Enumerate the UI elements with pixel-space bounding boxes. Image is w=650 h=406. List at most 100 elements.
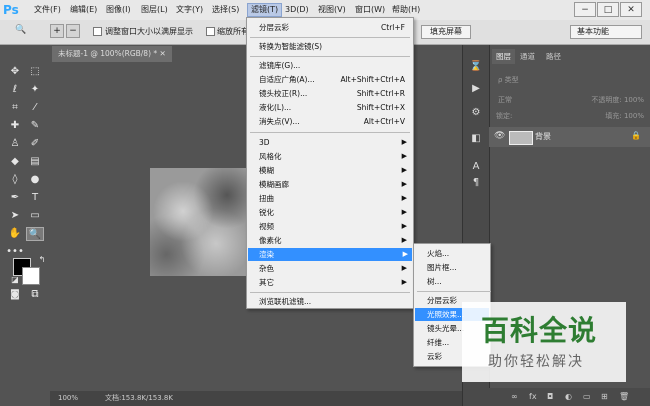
stamp-tool-icon[interactable]: ♙: [6, 137, 24, 151]
crop-tool-icon[interactable]: ⌗: [6, 101, 24, 115]
menu-item-noise[interactable]: 杂色 ▶: [259, 262, 411, 275]
adjustment-layer-icon[interactable]: ◐: [565, 388, 572, 406]
pen-tool-icon[interactable]: ✒: [6, 191, 24, 205]
default-colors-icon[interactable]: ◪: [6, 273, 24, 287]
submenu-item-tree[interactable]: 树...: [427, 275, 489, 288]
menu-filter[interactable]: 滤镜(T): [247, 3, 283, 17]
menu-item-sharpen[interactable]: 锐化 ▶: [259, 206, 411, 219]
magic-wand-icon[interactable]: ✦: [26, 83, 44, 97]
zoom-tool-icon[interactable]: 🔍: [14, 24, 28, 38]
menu-select[interactable]: 选择(S): [212, 4, 239, 16]
menu-item-adaptive-wide-angle[interactable]: 自适应广角(A)... Alt+Shift+Ctrl+A: [259, 73, 411, 86]
zoom-in-icon[interactable]: +: [50, 24, 64, 38]
menu-separator: [417, 291, 491, 292]
menu-item-vanishing-point[interactable]: 消失点(V)... Alt+Ctrl+V: [259, 115, 411, 128]
document-canvas-clouds[interactable]: [150, 168, 260, 276]
blend-mode-select[interactable]: 正常: [498, 96, 512, 104]
hand-tool-icon[interactable]: ✋: [6, 227, 24, 241]
menu-view[interactable]: 视图(V): [318, 4, 346, 16]
fill-screen-button[interactable]: 填充屏幕: [421, 25, 471, 39]
rectangle-tool-icon[interactable]: ▭: [26, 209, 44, 223]
menu-help[interactable]: 帮助(H): [392, 4, 420, 16]
add-mask-icon[interactable]: ◘: [547, 388, 553, 406]
history-panel-icon[interactable]: ⌛: [467, 59, 485, 75]
brush-tool-icon[interactable]: ✎: [26, 119, 44, 133]
properties-panel-icon[interactable]: ⚙: [467, 105, 485, 121]
layer-thumbnail: [509, 131, 533, 145]
link-layers-icon[interactable]: ∞: [511, 388, 518, 406]
dodge-tool-icon[interactable]: ●: [26, 173, 44, 187]
menu-layer[interactable]: 图层(L): [141, 4, 168, 16]
menu-item-3d[interactable]: 3D ▶: [259, 136, 411, 149]
tab-channels[interactable]: 通道: [520, 51, 535, 62]
layer-kind-filter[interactable]: ρ 类型: [492, 73, 648, 87]
path-select-icon[interactable]: ➤: [6, 209, 24, 223]
submenu-arrow-icon: ▶: [401, 166, 407, 174]
menu-type[interactable]: 文字(Y): [176, 4, 203, 16]
delete-layer-icon[interactable]: 🗑: [619, 388, 629, 406]
actions-panel-icon[interactable]: ▶: [467, 81, 485, 97]
screen-mode-toggle-icon[interactable]: ⎕: [26, 288, 44, 302]
type-tool-icon[interactable]: T: [26, 191, 44, 205]
close-button[interactable]: ✕: [620, 2, 642, 17]
menu-edit[interactable]: 编辑(E): [70, 4, 97, 16]
submenu-item-flame[interactable]: 火焰...: [427, 247, 489, 260]
zoom-all-checkbox[interactable]: [206, 27, 215, 36]
submenu-arrow-icon: ▶: [401, 278, 407, 286]
item-shortcut: Shift+Ctrl+R: [356, 89, 405, 98]
tab-paths[interactable]: 路径: [546, 51, 561, 62]
lasso-tool-icon[interactable]: ℓ: [6, 83, 24, 97]
fx-icon[interactable]: fx: [529, 388, 537, 406]
menu-item-blur-gallery[interactable]: 模糊画廊 ▶: [259, 178, 411, 191]
new-layer-icon[interactable]: ⊞: [601, 388, 608, 406]
menu-item-filter-gallery[interactable]: 滤镜库(G)...: [259, 59, 411, 72]
menu-item-browse-online[interactable]: 浏览联机滤镜...: [259, 295, 411, 308]
character-panel-icon[interactable]: A: [467, 159, 485, 175]
gradient-tool-icon[interactable]: ▤: [26, 155, 44, 169]
submenu-item-picture-frame[interactable]: 图片框...: [427, 261, 489, 274]
tab-layers[interactable]: 图层: [492, 49, 515, 64]
healing-brush-icon[interactable]: ✚: [6, 119, 24, 133]
paragraph-panel-icon[interactable]: ¶: [467, 175, 485, 191]
opacity-field[interactable]: 不透明度: 100%: [591, 93, 644, 107]
adjustments-panel-icon[interactable]: ◧: [467, 131, 485, 147]
workspace-select[interactable]: 基本功能: [570, 25, 642, 39]
menu-3d[interactable]: 3D(D): [285, 4, 309, 16]
eye-icon[interactable]: 👁: [494, 131, 505, 141]
menu-item-convert-smart-filter[interactable]: 转换为智能滤镜(S): [259, 40, 411, 53]
fill-field[interactable]: 填充: 100%: [605, 109, 644, 123]
eyedropper-icon[interactable]: ⁄: [26, 101, 44, 115]
document-tab[interactable]: 未标题-1 @ 100%(RGB/8) * ✕: [52, 46, 172, 62]
zoom-out-icon[interactable]: −: [66, 24, 80, 38]
more-tools-icon[interactable]: •••: [6, 245, 24, 259]
menu-item-render[interactable]: 渲染 ▶: [248, 248, 412, 261]
menu-item-last-filter[interactable]: 分层云彩 Ctrl+F: [259, 21, 411, 34]
background-color-swatch[interactable]: [22, 267, 40, 285]
quick-mask-icon[interactable]: ◙: [6, 288, 24, 302]
menu-item-liquify[interactable]: 液化(L)... Shift+Ctrl+X: [259, 101, 411, 114]
menu-item-distort[interactable]: 扭曲 ▶: [259, 192, 411, 205]
lock-row: 锁定: 填充: 100%: [492, 109, 648, 123]
menu-item-stylize[interactable]: 风格化 ▶: [259, 150, 411, 163]
blur-tool-icon[interactable]: ◊: [6, 173, 24, 187]
marquee-tool-icon[interactable]: ⬚: [26, 65, 44, 79]
new-group-icon[interactable]: ▭: [583, 388, 591, 406]
swap-colors-icon[interactable]: ↰: [33, 253, 51, 267]
move-tool-icon[interactable]: ✥: [6, 65, 24, 79]
minimize-button[interactable]: −: [574, 2, 596, 17]
resize-windows-checkbox[interactable]: [93, 27, 102, 36]
history-brush-icon[interactable]: ✐: [26, 137, 44, 151]
zoom-tool-active-icon[interactable]: 🔍: [26, 227, 44, 241]
menu-item-video[interactable]: 视频 ▶: [259, 220, 411, 233]
menu-window[interactable]: 窗口(W): [355, 4, 385, 16]
menu-image[interactable]: 图像(I): [106, 4, 131, 16]
item-label: 扭曲: [259, 194, 274, 203]
menu-item-pixelate[interactable]: 像素化 ▶: [259, 234, 411, 247]
menu-item-blur[interactable]: 模糊 ▶: [259, 164, 411, 177]
menu-file[interactable]: 文件(F): [34, 4, 61, 16]
eraser-tool-icon[interactable]: ◆: [6, 155, 24, 169]
menu-item-other[interactable]: 其它 ▶: [259, 276, 411, 289]
maximize-button[interactable]: □: [597, 2, 619, 17]
zoom-level[interactable]: 100%: [58, 391, 78, 406]
menu-item-lens-correction[interactable]: 镜头校正(R)... Shift+Ctrl+R: [259, 87, 411, 100]
